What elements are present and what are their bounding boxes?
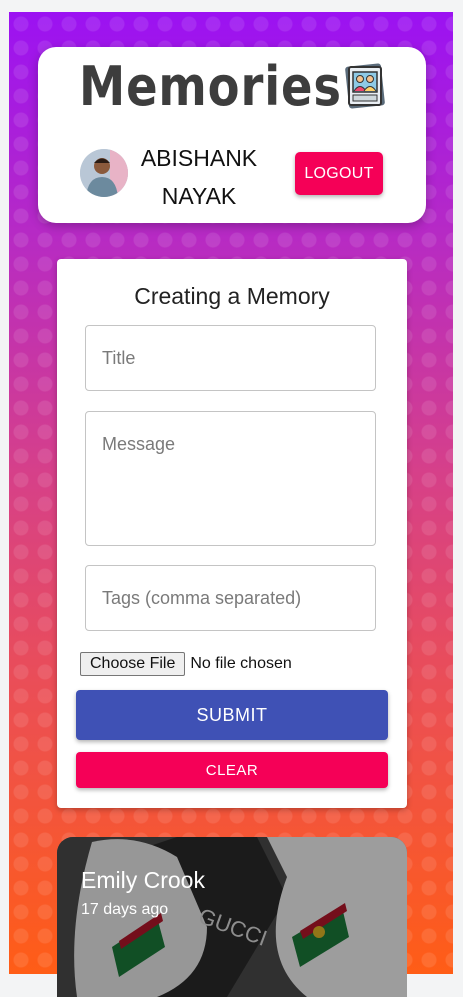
form-title: Creating a Memory [134,283,330,309]
title-input[interactable] [85,325,376,391]
file-picker: Choose File No file chosen [80,652,292,676]
memory-form: Creating a Memory Choose File No file ch… [57,259,407,808]
avatar [80,149,128,197]
message-input[interactable] [85,411,376,546]
tags-input[interactable] [85,565,376,631]
user-name: ABISHANK NAYAK [140,145,258,209]
app-header: Memories ABISHANK NAYAK LOGOUT [38,47,426,223]
post-time: 17 days ago [81,901,169,918]
clear-button[interactable]: CLEAR [76,752,388,788]
brand-title: Memories [79,54,342,118]
brand[interactable]: Memories [79,54,385,118]
photo-album-icon [345,63,385,109]
user-avatar-icon [80,149,128,197]
submit-button[interactable]: SUBMIT [76,690,388,740]
choose-file-button[interactable]: Choose File [80,652,186,676]
logout-button[interactable]: LOGOUT [295,152,383,195]
post-card[interactable]: GUCCI Emily Crook 17 days ago [57,837,407,997]
file-status: No file chosen [190,655,292,672]
post-author: Emily Crook [81,867,205,893]
